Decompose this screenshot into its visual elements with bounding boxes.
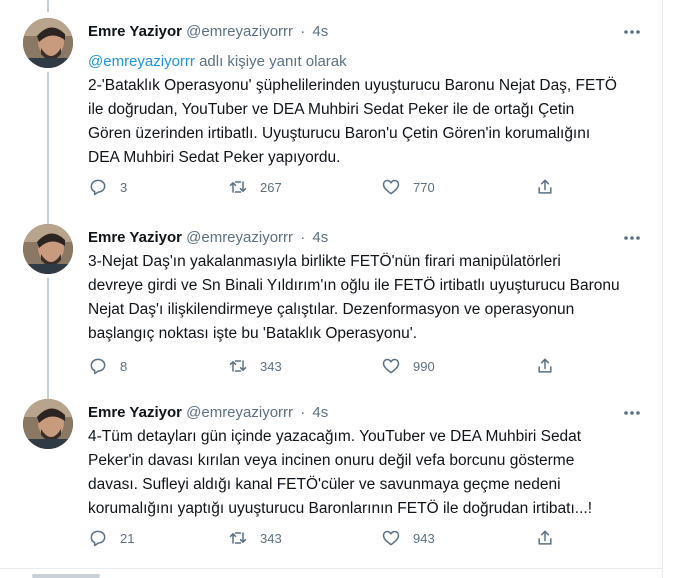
- like-button[interactable]: 943: [381, 526, 435, 550]
- tweet-header: Emre Yaziyor @emreyaziyorrr · 4s: [88, 22, 328, 42]
- retweet-button[interactable]: 343: [228, 354, 282, 378]
- retweet-button[interactable]: 267: [228, 175, 282, 199]
- share-icon: [538, 530, 552, 545]
- reply-count: 3: [120, 179, 128, 195]
- share-button[interactable]: [535, 175, 555, 199]
- share-button[interactable]: [535, 354, 555, 378]
- timeline: Emre Yaziyor @emreyaziyorrr · 4s @emreya…: [0, 0, 663, 578]
- reply-button[interactable]: 3: [88, 175, 127, 199]
- reply-to-suffix: adlı kişiye yanıt olarak: [194, 53, 347, 70]
- retweet-count: 267: [260, 179, 282, 195]
- avatar[interactable]: [23, 224, 73, 274]
- tweet-header: Emre Yaziyor @emreyaziyorrr · 4s: [88, 228, 328, 248]
- more-options-icon[interactable]: [621, 228, 643, 248]
- tweet-text: 3-Nejat Daş'ın yakalanmasıyla birlikte F…: [88, 250, 648, 346]
- tweet-text-line: davası. Sufleyi aldığı kanal FETÖ'cüler …: [88, 476, 561, 493]
- reply-icon: [90, 179, 106, 196]
- heart-icon: [382, 179, 400, 195]
- tweet-header: Emre Yaziyor @emreyaziyorrr · 4s: [88, 403, 328, 423]
- retweet-icon: [229, 360, 247, 372]
- separator-dot: ·: [300, 404, 306, 421]
- thread-line: [47, 278, 49, 401]
- retweet-button[interactable]: 343: [228, 526, 282, 550]
- heart-icon: [382, 530, 400, 546]
- like-button[interactable]: 770: [381, 175, 435, 199]
- tweet-text-line: DEA Muhbiri Sedat Peker yapıyordu.: [88, 149, 341, 166]
- retweet-icon: [229, 532, 247, 544]
- tweet-text-line: 4-Tüm detayları gün içinde yazacağım. Yo…: [88, 428, 582, 445]
- share-icon: [538, 179, 552, 194]
- tweet-timestamp[interactable]: 4s: [312, 404, 328, 421]
- separator-dot: ·: [300, 229, 306, 246]
- tweet-text-line: Peker'in davası kırılan veya incinen onu…: [88, 452, 575, 469]
- tweet-actions: 3 267 770: [88, 175, 558, 199]
- thread-line: [47, 0, 49, 12]
- thread-line: [47, 72, 49, 226]
- tweet-text-line: Gören üzerinden irtibatlı. Uyuşturucu Ba…: [88, 125, 591, 142]
- tweet-timestamp[interactable]: 4s: [312, 229, 328, 246]
- tweet-text-line: Nejat Daş'ı ilişkilendirmeye çalıştılar.…: [88, 301, 575, 318]
- retweet-icon: [229, 181, 247, 193]
- author-handle[interactable]: @emreyaziyorrr: [186, 229, 293, 246]
- tweet-text-line: ile doğrudan, YouTuber ve DEA Muhbiri Se…: [88, 101, 575, 118]
- like-count: 943: [413, 530, 435, 546]
- like-button[interactable]: 990: [381, 354, 435, 378]
- like-count: 770: [413, 179, 435, 195]
- share-button[interactable]: [535, 526, 555, 550]
- share-icon: [538, 358, 552, 373]
- retweet-count: 343: [260, 530, 282, 546]
- author-handle[interactable]: @emreyaziyorrr: [186, 404, 293, 421]
- author-name[interactable]: Emre Yaziyor: [88, 229, 182, 246]
- reply-mention-link[interactable]: @emreyaziyorrr: [88, 53, 195, 70]
- tweet-text: 2-'Bataklık Operasyonu' şüphelilerinden …: [88, 74, 648, 170]
- author-handle[interactable]: @emreyaziyorrr: [186, 23, 293, 40]
- tweet-text-line: başlangıç noktası işte bu 'Bataklık Oper…: [88, 325, 418, 342]
- truncated-next-item: [32, 574, 100, 578]
- reply-icon: [90, 358, 106, 375]
- avatar[interactable]: [23, 399, 73, 449]
- heart-icon: [382, 358, 400, 374]
- avatar[interactable]: [23, 18, 73, 68]
- author-name[interactable]: Emre Yaziyor: [88, 404, 182, 421]
- reply-count: 21: [120, 530, 135, 546]
- separator-dot: ·: [300, 23, 306, 40]
- tweet-text-line: 2-'Bataklık Operasyonu' şüphelilerinden …: [88, 77, 617, 94]
- reply-icon: [90, 530, 106, 547]
- tweet-text-line: korumalığını yaptığı uyuşturucu Baronlar…: [88, 500, 592, 517]
- reply-count: 8: [120, 358, 128, 374]
- tweet-text-line: devreye girdi ve Sn Binali Yıldırım'ın o…: [88, 277, 620, 294]
- tweet-text-line: 3-Nejat Daş'ın yakalanmasıyla birlikte F…: [88, 253, 561, 270]
- author-name[interactable]: Emre Yaziyor: [88, 23, 182, 40]
- reply-button[interactable]: 8: [88, 354, 127, 378]
- reply-button[interactable]: 21: [88, 526, 134, 550]
- tweet-text: 4-Tüm detayları gün içinde yazacağım. Yo…: [88, 425, 648, 521]
- like-count: 990: [413, 358, 435, 374]
- tweet-actions: 8 343 990: [88, 354, 558, 378]
- tweet-actions: 21 343 943: [88, 526, 558, 550]
- more-options-icon[interactable]: [621, 403, 643, 423]
- more-options-icon[interactable]: [621, 22, 643, 42]
- tweet-timestamp[interactable]: 4s: [312, 23, 328, 40]
- retweet-count: 343: [260, 358, 282, 374]
- replying-to: @emreyaziyorrr adlı kişiye yanıt olarak: [88, 52, 347, 72]
